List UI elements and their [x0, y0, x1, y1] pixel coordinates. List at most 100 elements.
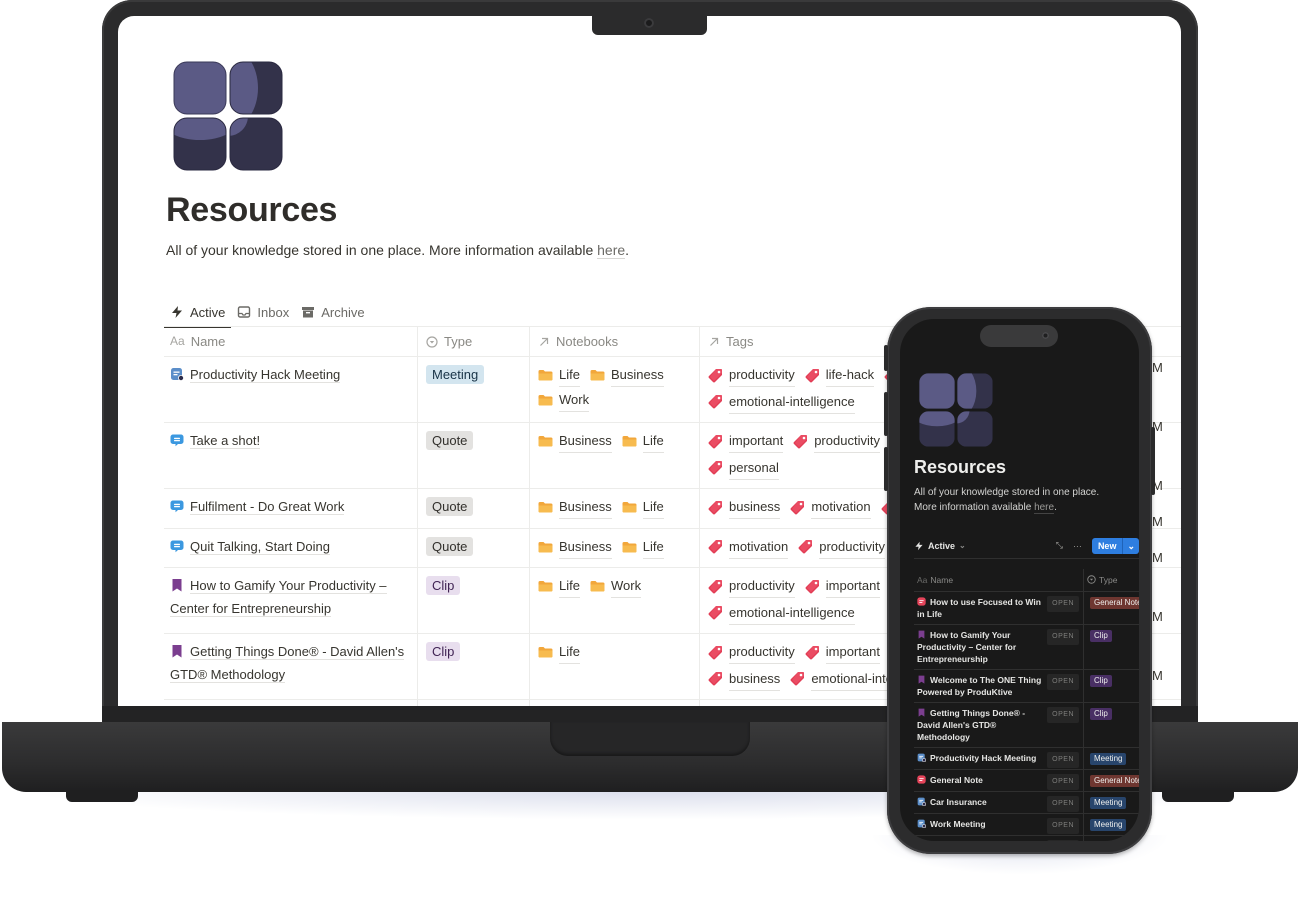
table-row[interactable]: ThreatOPENThreat [914, 836, 1139, 841]
type-cell[interactable]: Quote [418, 528, 530, 567]
name-cell[interactable]: Fulfilment - Do Great Work [164, 489, 418, 528]
expand-icon[interactable]: ⤡ [1056, 540, 1063, 551]
name-cell[interactable]: Welcome to The ONE Thing Powered by Prod… [914, 670, 1084, 702]
type-cell[interactable]: Clip [418, 634, 530, 699]
open-button[interactable]: OPEN [1047, 752, 1079, 768]
name-cell[interactable]: Take a shot! [164, 423, 418, 488]
column-header-notebooks[interactable]: Notebooks [530, 327, 700, 356]
notebook-link[interactable]: Work [538, 388, 590, 412]
view-selector[interactable]: Active ⌄ [914, 541, 966, 551]
notebook-link[interactable]: Life [538, 363, 580, 387]
notebook-link[interactable]: Work [590, 574, 642, 598]
name-cell[interactable]: ThreatOPEN [914, 836, 1084, 841]
notebooks-cell[interactable]: Business Life [530, 423, 700, 488]
type-cell[interactable]: General Note [1084, 592, 1139, 624]
type-cell[interactable]: Quote [418, 423, 530, 488]
type-cell[interactable]: General Note [418, 700, 530, 706]
tag-link[interactable]: personal [708, 456, 779, 480]
table-row[interactable]: Car Insurance OPEN Meeting [914, 792, 1139, 814]
notebook-link[interactable]: Business [538, 535, 612, 559]
tag-link[interactable]: important [805, 574, 880, 598]
page-name-link[interactable]: Car Insurance [930, 797, 987, 807]
tag-link[interactable]: business [708, 667, 781, 691]
tag-link[interactable]: productivity [798, 535, 885, 559]
type-cell[interactable]: Meeting [418, 357, 530, 422]
open-button[interactable]: OPEN [1047, 674, 1079, 690]
notebooks-cell[interactable]: Life Business Work [530, 357, 700, 422]
table-row[interactable]: How to Gamify Your Productivity – Center… [914, 625, 1139, 670]
tag-link[interactable]: productivity [793, 429, 880, 453]
notebook-link[interactable]: Business [538, 495, 612, 519]
name-cell[interactable]: How to Gamify Your Productivity – Center… [164, 568, 418, 633]
open-button[interactable]: OPEN [1047, 707, 1079, 723]
tab-active[interactable]: Active [164, 298, 232, 328]
column-header-name[interactable]: Aa Name [914, 569, 1084, 591]
tag-link[interactable]: life-hack [805, 363, 875, 387]
name-cell[interactable]: Getting Things Done® - David Allen's GTD… [914, 703, 1084, 747]
open-button[interactable]: OPEN [1047, 840, 1079, 841]
tag-link[interactable]: important [708, 429, 784, 453]
page-name-link[interactable]: Productivity Hack Meeting [190, 367, 341, 383]
notebook-link[interactable]: Life [622, 535, 664, 559]
tag-link[interactable]: emotional-intelligence [708, 390, 855, 414]
page-name-link[interactable]: Take a shot! [190, 433, 261, 449]
column-header-type[interactable]: Type [418, 327, 530, 356]
name-cell[interactable]: How to Gamify Your Productivity – Center… [914, 625, 1084, 669]
notebooks-cell[interactable]: Life [530, 634, 700, 699]
type-cell[interactable]: Clip [418, 568, 530, 633]
page-name-link[interactable]: Quit Talking, Start Doing [190, 538, 330, 555]
table-row[interactable]: Welcome to The ONE Thing Powered by Prod… [914, 670, 1139, 703]
tag-link[interactable]: productivity [708, 640, 795, 664]
name-cell[interactable]: Productivity Hack Meeting [164, 357, 418, 422]
table-row[interactable]: Getting Things Done® - David Allen's GTD… [914, 703, 1139, 748]
notebooks-cell[interactable]: Business Life [530, 489, 700, 528]
name-cell[interactable]: Car Insurance OPEN [914, 792, 1084, 813]
notebook-link[interactable]: Life [622, 495, 664, 519]
name-cell[interactable]: General Note OPEN [914, 770, 1084, 791]
type-cell[interactable]: Quote [418, 489, 530, 528]
chevron-down-icon[interactable]: ⌄ [1122, 537, 1139, 554]
notebook-link[interactable]: Business [590, 363, 664, 387]
tag-link[interactable]: productivity [708, 574, 795, 598]
type-cell[interactable]: Meeting [1084, 792, 1139, 813]
table-row[interactable]: How to use Focused to Win in Life OPEN Gen… [914, 592, 1139, 625]
column-header-type[interactable]: Type [1084, 569, 1139, 591]
tag-link[interactable]: business [708, 495, 781, 519]
name-cell[interactable]: Getting Things Done® - David Allen's GTD… [164, 634, 418, 699]
name-cell[interactable]: How to use Focused to Win in Life [164, 700, 418, 706]
tag-link[interactable]: motivation [790, 495, 871, 519]
page-name-link[interactable]: Productivity Hack Meeting [930, 753, 1036, 763]
type-cell[interactable]: Clip [1084, 703, 1139, 747]
page-name-link[interactable]: Getting Things Done® - David Allen's GTD… [917, 708, 1025, 742]
notebooks-cell[interactable]: BusinessLifeWork [530, 700, 700, 706]
page-name-link[interactable]: Getting Things Done® - David Allen's GTD… [170, 644, 405, 683]
open-button[interactable]: OPEN [1047, 596, 1079, 612]
more-options-icon[interactable]: ··· [1073, 541, 1082, 551]
open-button[interactable]: OPEN [1047, 629, 1079, 645]
tag-link[interactable]: productivity [708, 363, 795, 387]
open-button[interactable]: OPEN [1047, 796, 1079, 812]
tag-link[interactable]: motivation [708, 535, 789, 559]
page-name-link[interactable]: Welcome to The ONE Thing Powered by Prod… [917, 675, 1041, 697]
page-name-link[interactable]: How to Gamify Your Productivity – Center… [917, 630, 1016, 664]
new-button[interactable]: New ⌄ [1091, 537, 1139, 554]
open-button[interactable]: OPEN [1047, 818, 1079, 834]
tab-inbox[interactable]: Inbox [231, 298, 295, 326]
table-row[interactable]: Productivity Hack Meeting OPEN Meeting [914, 748, 1139, 770]
name-cell[interactable]: Quit Talking, Start Doing [164, 528, 418, 567]
table-row[interactable]: General Note OPEN General Note [914, 770, 1139, 792]
notebook-link[interactable]: Life [538, 574, 580, 598]
name-cell[interactable]: How to use Focused to Win in Life OPEN [914, 592, 1084, 624]
open-button[interactable]: OPEN [1047, 774, 1079, 790]
notebooks-cell[interactable]: Life Work [530, 568, 700, 633]
more-info-link[interactable]: here [1034, 502, 1055, 514]
tab-archive[interactable]: Archive [295, 298, 370, 326]
notebook-link[interactable]: Business [538, 429, 612, 453]
type-cell[interactable]: Clip [1084, 670, 1139, 702]
column-header-name[interactable]: Aa Name [164, 327, 418, 356]
table-row[interactable]: Work Meeting OPEN Meeting [914, 814, 1139, 836]
type-cell[interactable]: General Note [1084, 770, 1139, 791]
tag-link[interactable]: emotional-intelligence [708, 601, 855, 625]
name-cell[interactable]: Productivity Hack Meeting OPEN [914, 748, 1084, 769]
page-name-link[interactable]: General Note [930, 775, 983, 785]
